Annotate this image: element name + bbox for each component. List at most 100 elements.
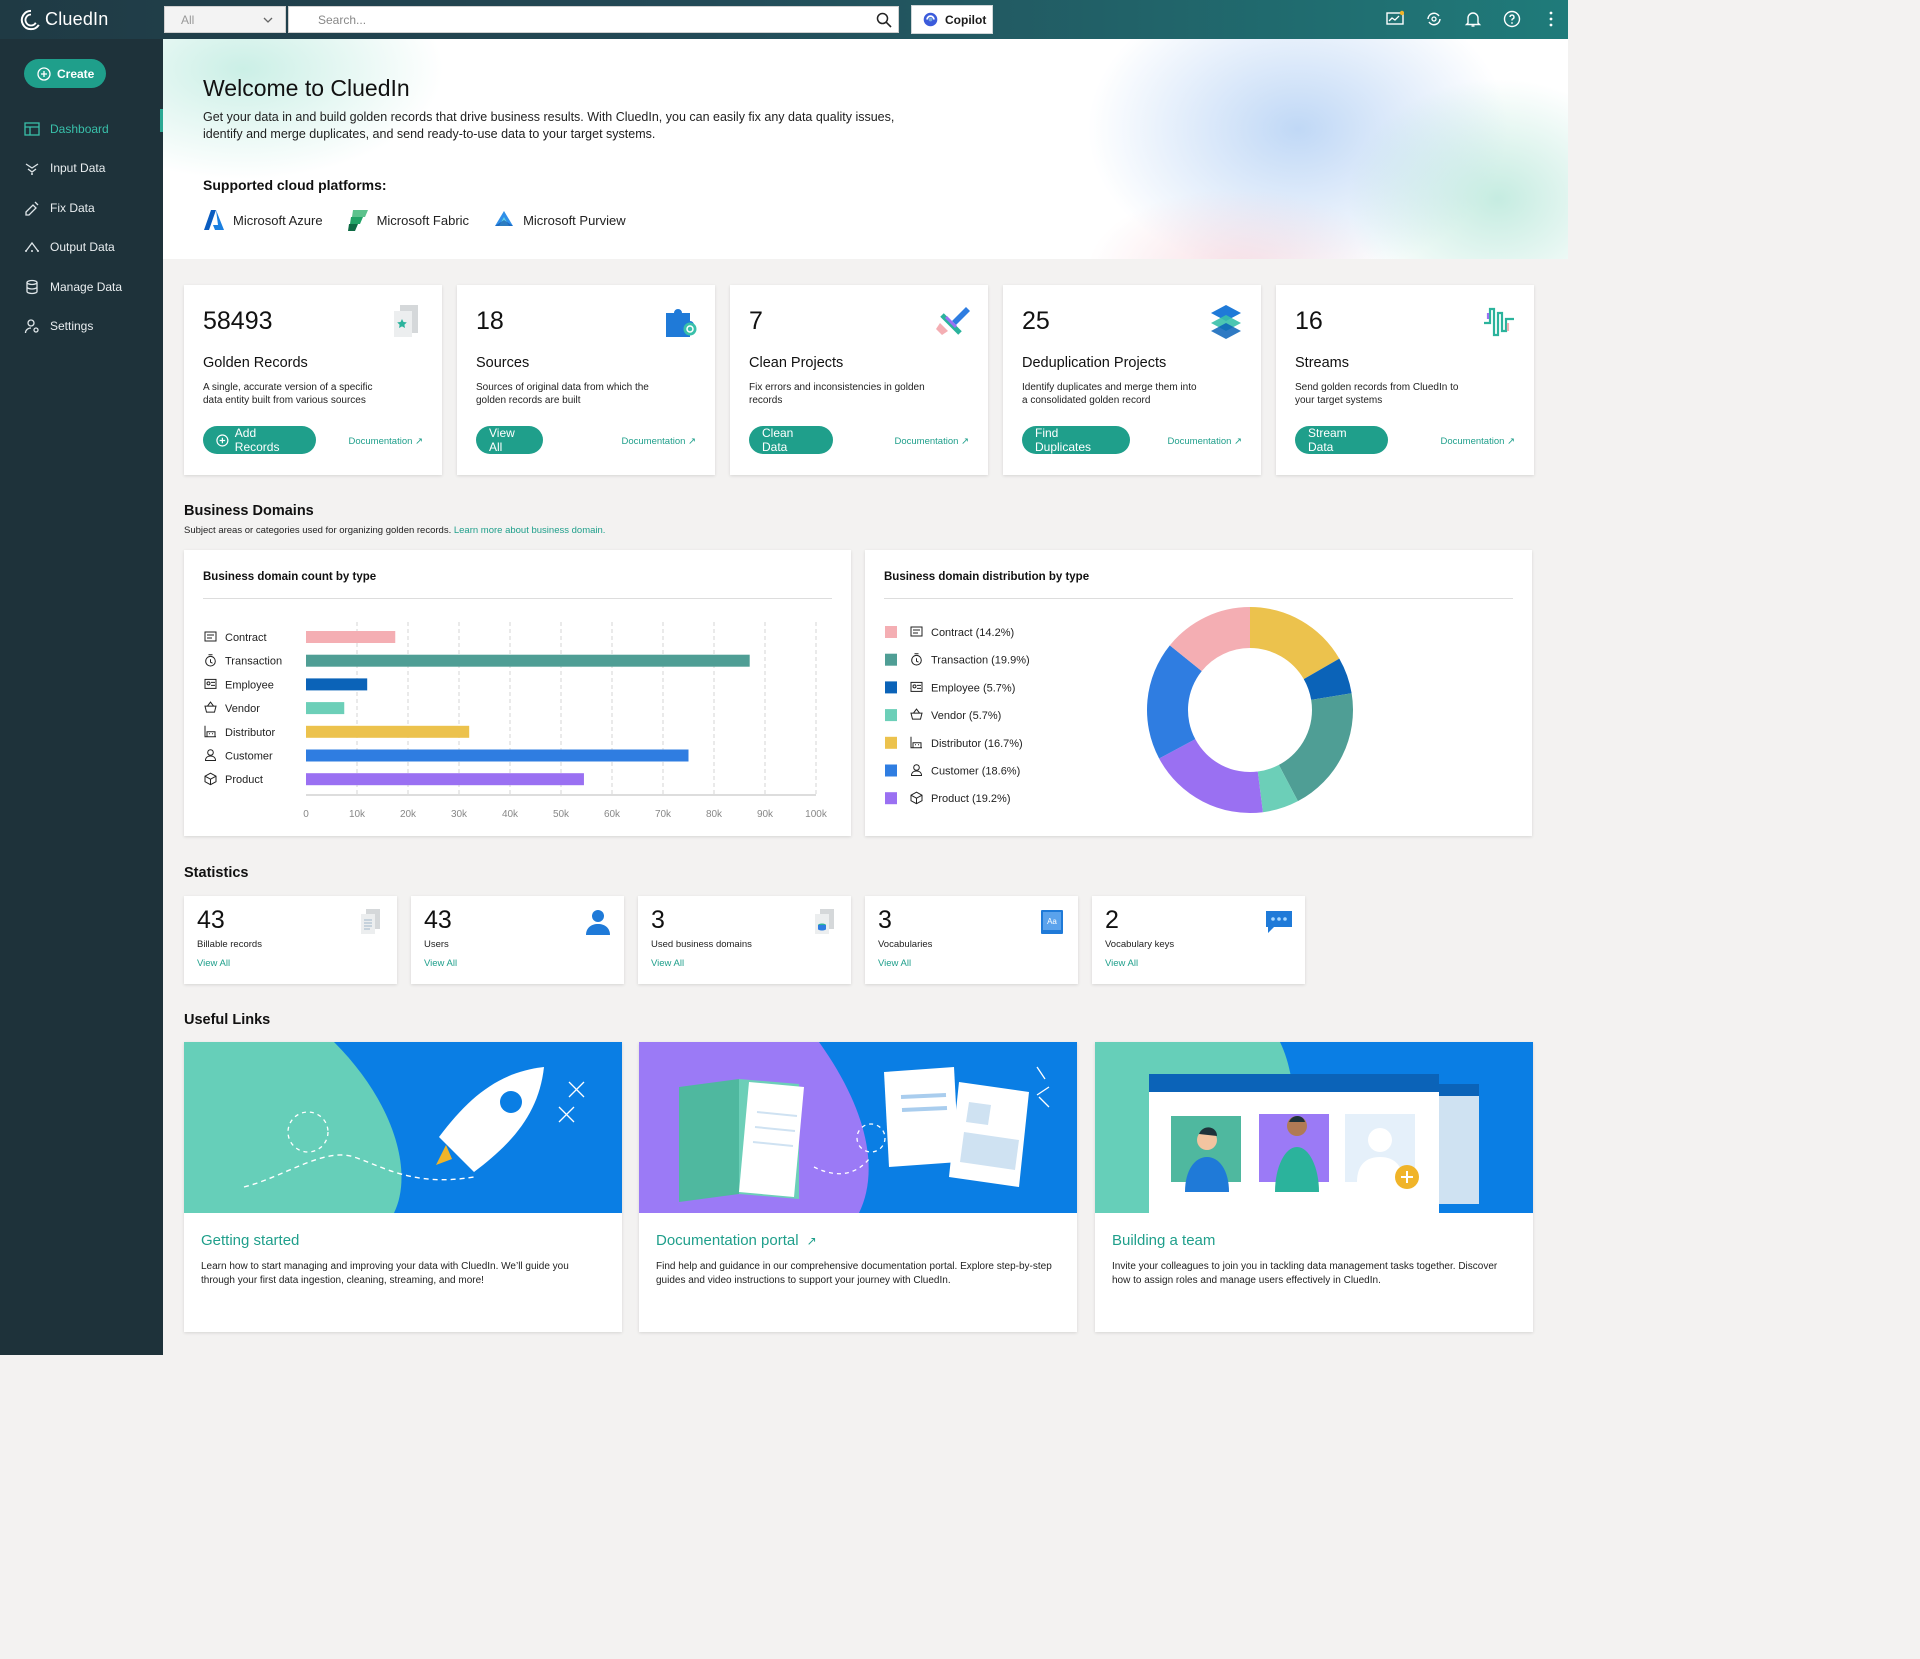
brand-name: CluedIn [45, 9, 109, 29]
link-card-documentation-portal[interactable]: Documentation portal ↗ Find help and guid… [639, 1042, 1077, 1332]
chat-bubble-icon [1266, 911, 1292, 933]
stat-label: Vocabularies [878, 939, 933, 950]
sidebar-item-label: Manage Data [50, 279, 123, 294]
view-all-sources-button[interactable]: View All [476, 426, 543, 454]
card-description: A single, accurate version of a specific… [203, 382, 373, 406]
learn-more-link[interactable]: Learn more about business domain. [454, 525, 606, 536]
category-label: Transaction [225, 656, 282, 668]
legend-label: Vendor (5.7%) [931, 710, 1001, 722]
rocket-illustration [184, 1042, 622, 1213]
input-data-icon [25, 163, 39, 176]
legend-label: Distributor (16.7%) [931, 738, 1023, 750]
bar-contract[interactable] [306, 631, 396, 643]
documentation-link[interactable]: Documentation ↗ [1440, 436, 1515, 447]
doc-label: Documentation [621, 436, 686, 447]
view-all-link[interactable]: View All [197, 958, 230, 969]
stat-users: 43 Users View All [411, 896, 624, 984]
distributor-icon [204, 725, 216, 738]
platform-label: Microsoft Azure [233, 212, 323, 228]
customer-icon [204, 749, 217, 761]
sidebar-item-input-data[interactable]: Input Data [0, 149, 163, 189]
search-input[interactable]: Search... [288, 6, 899, 33]
bar-vendor[interactable] [306, 702, 345, 715]
button-label: Stream Data [1308, 426, 1347, 454]
external-link-icon: ↗ [806, 1233, 817, 1248]
card-title: Streams [1295, 355, 1349, 371]
bar-chart-panel: Business domain count by type 0 10k 20k 30k… [184, 550, 851, 836]
scope-select[interactable]: All [164, 6, 286, 33]
documentation-link[interactable]: Documentation ↗ [894, 436, 969, 447]
x-tick-label: 70k [655, 809, 672, 820]
bar-distributor[interactable] [306, 725, 470, 738]
sidebar-item-output-data[interactable]: Output Data [0, 228, 163, 268]
stat-value: 3 [651, 906, 665, 934]
legend-swatch [885, 736, 897, 749]
slice-transaction[interactable] [1278, 693, 1353, 802]
svg-text:Aa: Aa [1047, 917, 1057, 926]
stat-value: 2 [1105, 906, 1119, 934]
link-card-description: Learn how to start managing and improvin… [201, 1261, 569, 1286]
stream-wave-icon [1484, 307, 1514, 337]
sync-icon[interactable] [1425, 10, 1443, 28]
search-icon[interactable] [876, 12, 892, 28]
more-icon[interactable] [1542, 10, 1560, 28]
link-title-text: Getting started [201, 1232, 300, 1249]
view-all-link[interactable]: View All [424, 958, 457, 969]
category-label: Distributor [225, 727, 275, 739]
sidebar-item-settings[interactable]: Settings [0, 307, 163, 347]
slice-product[interactable] [1159, 739, 1263, 813]
sidebar-item-manage-data[interactable]: Manage Data [0, 267, 163, 307]
customer-icon [910, 764, 923, 776]
team-illustration [1095, 1042, 1533, 1213]
stat-business-domains: 3 Used business domains View All [638, 896, 851, 984]
plus-circle-icon [37, 66, 51, 81]
bar-transaction[interactable] [306, 654, 750, 667]
business-domain-icon [815, 909, 834, 934]
stat-value: 3 [878, 906, 892, 934]
bell-icon[interactable] [1464, 10, 1482, 28]
card-title: Clean Projects [749, 355, 844, 371]
vendor-icon [204, 701, 217, 713]
sidebar-item-dashboard[interactable]: Dashboard [0, 109, 163, 149]
create-button[interactable]: Create [24, 59, 106, 88]
employee-icon [204, 678, 217, 689]
platform-fabric: Microsoft Fabric [347, 208, 469, 232]
cluedin-logo[interactable]: CluedIn [20, 7, 108, 32]
clean-data-button[interactable]: Clean Data [749, 426, 833, 454]
bar-customer[interactable] [306, 749, 689, 762]
view-all-link[interactable]: View All [1105, 958, 1138, 969]
sidebar-item-label: Settings [50, 319, 94, 334]
legend-label: Customer (18.6%) [931, 766, 1020, 778]
sidebar-item-fix-data[interactable]: Fix Data [0, 188, 163, 228]
link-card-getting-started[interactable]: Getting started Learn how to start manag… [184, 1042, 622, 1332]
card-description: Send golden records from CluedIn to your… [1295, 382, 1459, 406]
documentation-link[interactable]: Documentation ↗ [621, 436, 696, 447]
copilot-button[interactable]: Copilot [911, 5, 993, 34]
add-records-button[interactable]: Add Records [203, 426, 316, 454]
copilot-label: Copilot [945, 12, 987, 27]
button-label: View All [489, 426, 515, 454]
help-icon[interactable] [1503, 10, 1521, 28]
documentation-link[interactable]: Documentation ↗ [348, 436, 423, 447]
view-all-link[interactable]: View All [878, 958, 911, 969]
card-description: Identify duplicates and merge them into … [1022, 382, 1197, 406]
bar-product[interactable] [306, 773, 584, 786]
x-tick-label: 60k [604, 809, 621, 820]
x-tick-label: 0 [303, 809, 309, 820]
subtitle-text: Subject areas or categories used for org… [184, 525, 452, 536]
stat-label: Used business domains [651, 939, 752, 950]
documentation-link[interactable]: Documentation ↗ [1167, 436, 1242, 447]
platform-azure: Microsoft Azure [203, 208, 323, 232]
bar-employee[interactable] [306, 678, 368, 691]
stream-data-button[interactable]: Stream Data [1295, 426, 1388, 454]
find-duplicates-button[interactable]: Find Duplicates [1022, 426, 1130, 454]
legend-swatch [885, 681, 897, 694]
cluedin-logo-icon [20, 9, 40, 30]
card-value: 18 [476, 307, 504, 335]
doc-label: Documentation [1167, 436, 1232, 447]
link-card-building-team[interactable]: Building a team Invite your colleagues t… [1095, 1042, 1533, 1332]
view-all-link[interactable]: View All [651, 958, 684, 969]
monitor-icon[interactable] [1386, 10, 1405, 28]
plus-circle-icon [216, 433, 229, 447]
legend-label: Product (19.2%) [931, 793, 1010, 805]
